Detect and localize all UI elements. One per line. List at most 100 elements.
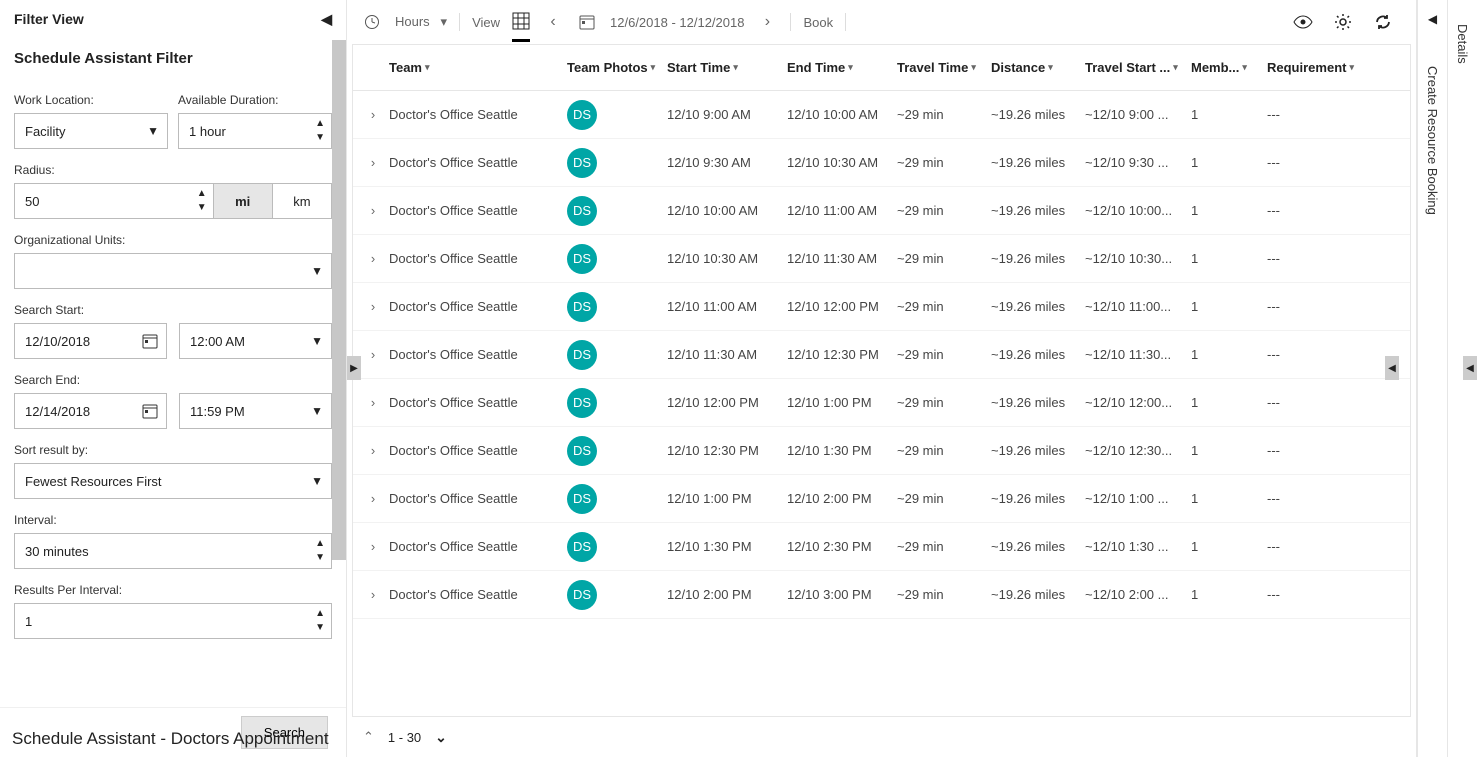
pager-range: 1 - 30: [388, 730, 421, 745]
cell-members: 1: [1185, 395, 1261, 410]
expand-row-icon[interactable]: ›: [353, 203, 383, 218]
right-splitter-2[interactable]: ◀: [1463, 356, 1477, 380]
th-start[interactable]: Start Time▾: [661, 60, 781, 75]
cell-members: 1: [1185, 539, 1261, 554]
search-start-date[interactable]: 12/10/2018: [14, 323, 167, 359]
calendar-icon: [142, 403, 158, 419]
label-interval: Interval:: [14, 513, 332, 527]
available-duration-input[interactable]: 1 hour ▲▼: [178, 113, 332, 149]
table-row[interactable]: ›Doctor's Office SeattleDS12/10 9:00 AM1…: [353, 91, 1410, 139]
expand-row-icon[interactable]: ›: [353, 155, 383, 170]
th-photos[interactable]: Team Photos▾: [561, 60, 661, 75]
grid-view-button[interactable]: [512, 2, 530, 42]
date-range[interactable]: 12/6/2018 - 12/12/2018: [610, 15, 744, 30]
cell-members: 1: [1185, 587, 1261, 602]
expand-row-icon[interactable]: ›: [353, 299, 383, 314]
cell-team: Doctor's Office Seattle: [383, 251, 561, 266]
cell-end: 12/10 10:30 AM: [781, 155, 891, 170]
th-end[interactable]: End Time▾: [781, 60, 891, 75]
cell-requirement: ---: [1261, 347, 1371, 362]
cell-members: 1: [1185, 299, 1261, 314]
spinner-icon[interactable]: ▲▼: [197, 187, 207, 215]
expand-row-icon[interactable]: ›: [353, 587, 383, 602]
expand-row-icon[interactable]: ›: [353, 539, 383, 554]
interval-input[interactable]: 30 minutes ▲▼: [14, 533, 332, 569]
sort-by-select[interactable]: Fewest Resources First ▼: [14, 463, 332, 499]
expand-row-icon[interactable]: ›: [353, 395, 383, 410]
work-location-select[interactable]: Facility ▼: [14, 113, 168, 149]
search-end-date[interactable]: 12/14/2018: [14, 393, 167, 429]
table-row[interactable]: ›Doctor's Office SeattleDS12/10 9:30 AM1…: [353, 139, 1410, 187]
th-requirement[interactable]: Requirement▾: [1261, 60, 1371, 75]
page-title: Schedule Assistant - Doctors Appointment: [12, 729, 329, 749]
th-members[interactable]: Memb...▾: [1185, 60, 1261, 75]
avatar-badge: DS: [567, 244, 597, 274]
spinner-icon[interactable]: ▲▼: [315, 117, 325, 145]
table-row[interactable]: ›Doctor's Office SeattleDS12/10 12:00 PM…: [353, 379, 1410, 427]
cell-end: 12/10 11:30 AM: [781, 251, 891, 266]
table-row[interactable]: ›Doctor's Office SeattleDS12/10 12:30 PM…: [353, 427, 1410, 475]
eye-icon[interactable]: [1292, 11, 1314, 33]
refresh-icon[interactable]: [1372, 11, 1394, 33]
calendar-icon[interactable]: [576, 11, 598, 33]
table-row[interactable]: ›Doctor's Office SeattleDS12/10 10:00 AM…: [353, 187, 1410, 235]
cell-travel: ~29 min: [891, 443, 985, 458]
avatar-badge: DS: [567, 436, 597, 466]
hours-dropdown[interactable]: Hours ▾: [395, 14, 447, 30]
cell-photo: DS: [561, 340, 661, 370]
search-end-time[interactable]: 11:59 PM ▼: [179, 393, 332, 429]
cell-distance: ~19.26 miles: [985, 155, 1079, 170]
expand-row-icon[interactable]: ›: [353, 443, 383, 458]
table-row[interactable]: ›Doctor's Office Seattle DS 12/10 10:30 AM…: [353, 235, 1410, 283]
filter-scrollbar[interactable]: [332, 40, 346, 697]
pager-dropdown-icon[interactable]: ⌄: [435, 729, 447, 746]
table-header-row: Team▾ Team Photos▾ Start Time▾ End Time▾…: [353, 45, 1410, 91]
th-distance[interactable]: Distance▾: [985, 60, 1079, 75]
spinner-icon[interactable]: ▲▼: [315, 607, 325, 635]
radius-unit-km[interactable]: km: [272, 183, 332, 219]
book-button[interactable]: Book: [803, 15, 833, 30]
cell-requirement: ---: [1261, 203, 1371, 218]
filter-scroll-pane[interactable]: Schedule Assistant Filter Work Location:…: [0, 38, 346, 707]
right-splitter-1[interactable]: ◀: [1385, 356, 1399, 380]
cell-members: 1: [1185, 107, 1261, 122]
table-row[interactable]: ›Doctor's Office SeattleDS12/10 1:00 PM1…: [353, 475, 1410, 523]
th-travel[interactable]: Travel Time▾: [891, 60, 985, 75]
details-label: Details: [1455, 24, 1470, 64]
create-booking-rail[interactable]: ◀ Create Resource Booking: [1417, 0, 1447, 757]
collapse-up-icon[interactable]: ⌃: [363, 729, 374, 745]
prev-range-button[interactable]: ‹: [542, 11, 564, 33]
cell-start: 12/10 10:30 AM: [661, 251, 781, 266]
gear-icon[interactable]: [1332, 11, 1354, 33]
cell-start: 12/10 9:30 AM: [661, 155, 781, 170]
results-per-interval-input[interactable]: 1 ▲▼: [14, 603, 332, 639]
th-travel-start[interactable]: Travel Start ...▾: [1079, 60, 1185, 75]
cell-team: Doctor's Office Seattle: [383, 587, 561, 602]
cell-photo: DS: [561, 148, 661, 178]
org-units-select[interactable]: ▼: [14, 253, 332, 289]
table-row[interactable]: ›Doctor's Office SeattleDS12/10 2:00 PM1…: [353, 571, 1410, 619]
table-row[interactable]: ›Doctor's Office SeattleDS12/10 1:30 PM1…: [353, 523, 1410, 571]
radius-unit-mi[interactable]: mi: [213, 183, 273, 219]
cell-travel-start: ~12/10 9:00 ...: [1079, 107, 1185, 122]
avatar-badge: DS: [567, 484, 597, 514]
cell-members: 1: [1185, 347, 1261, 362]
radius-input[interactable]: 50 ▲▼: [14, 183, 214, 219]
expand-row-icon[interactable]: ›: [353, 107, 383, 122]
cell-distance: ~19.26 miles: [985, 443, 1079, 458]
expand-row-icon[interactable]: ›: [353, 251, 383, 266]
table-row[interactable]: ›Doctor's Office SeattleDS12/10 11:00 AM…: [353, 283, 1410, 331]
main-area: Hours ▾ View ‹ 12/6/2018 - 12/12/2018 › …: [347, 0, 1417, 757]
collapse-left-icon[interactable]: ◀: [321, 11, 332, 28]
label-available-duration: Available Duration:: [178, 93, 332, 107]
cell-photo: DS: [561, 532, 661, 562]
cell-requirement: ---: [1261, 395, 1371, 410]
left-splitter[interactable]: ▶: [347, 356, 361, 380]
spinner-icon[interactable]: ▲▼: [315, 537, 325, 565]
search-start-time[interactable]: 12:00 AM ▼: [179, 323, 332, 359]
expand-row-icon[interactable]: ›: [353, 491, 383, 506]
table-row[interactable]: ›Doctor's Office SeattleDS12/10 11:30 AM…: [353, 331, 1410, 379]
th-team[interactable]: Team▾: [383, 60, 561, 75]
chevron-left-icon[interactable]: ◀: [1428, 12, 1437, 26]
next-range-button[interactable]: ›: [756, 11, 778, 33]
